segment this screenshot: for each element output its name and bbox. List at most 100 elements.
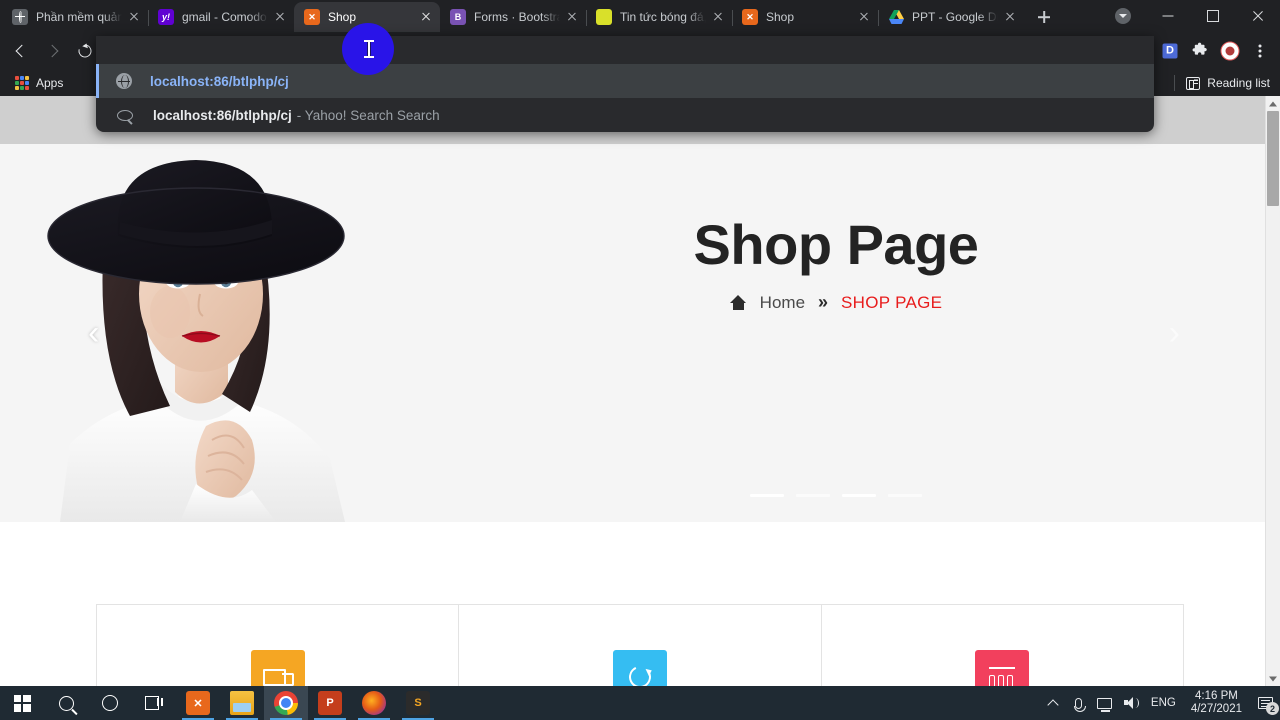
taskbar-app-sublime[interactable]: S xyxy=(396,686,440,720)
window-controls xyxy=(1100,0,1280,32)
carousel-indicators[interactable] xyxy=(392,494,1280,497)
tab-strip: Phần mềm quản l y! gmail - Comodo ✕ Shop… xyxy=(0,0,1280,32)
search-button[interactable] xyxy=(44,686,88,720)
notifications-button[interactable]: 2 xyxy=(1250,686,1280,720)
minimize-button[interactable] xyxy=(1145,0,1190,32)
carousel-indicator[interactable] xyxy=(842,494,876,497)
language-indicator[interactable]: ENG xyxy=(1144,697,1183,709)
taskbar-app-powerpoint[interactable]: P xyxy=(308,686,352,720)
forward-button[interactable] xyxy=(38,36,68,66)
carousel-indicator[interactable] xyxy=(750,494,784,497)
carousel-indicator[interactable] xyxy=(888,494,922,497)
new-tab-button[interactable] xyxy=(1030,3,1058,31)
hero-carousel: ‹ › Shop Page Home » SHOP PAGE xyxy=(0,144,1280,522)
profile-badge-icon[interactable]: D xyxy=(1156,37,1184,65)
taskbar-app-chrome[interactable] xyxy=(264,686,308,720)
tab-title: gmail - Comodo xyxy=(182,10,267,24)
display-settings-icon[interactable] xyxy=(1092,686,1118,720)
tab-close-icon[interactable] xyxy=(126,9,142,25)
browser-tab[interactable]: ✕ Shop xyxy=(732,2,879,32)
firefox-icon xyxy=(362,691,386,715)
tab-close-icon[interactable] xyxy=(856,9,872,25)
feature-card-shipping[interactable] xyxy=(97,605,460,686)
globe-icon xyxy=(12,9,28,25)
suggestion-row[interactable]: localhost:86/btlphp/cj - Yahoo! Search S… xyxy=(96,98,1154,132)
google-drive-icon xyxy=(888,9,904,25)
volume-button[interactable] xyxy=(1118,686,1144,720)
truck-icon xyxy=(250,650,305,686)
page-title: Shop Page xyxy=(693,213,979,276)
tab-title: Phần mềm quản l xyxy=(36,10,122,24)
scroll-down-arrow-icon[interactable] xyxy=(1266,671,1280,686)
microphone-icon xyxy=(1073,697,1086,712)
circle-icon xyxy=(102,695,118,711)
back-button[interactable] xyxy=(6,36,36,66)
clock-date: 4/27/2021 xyxy=(1190,703,1242,715)
extensions-puzzle-icon[interactable] xyxy=(1186,37,1214,65)
browser-tab[interactable]: Tin tức bóng đá, xyxy=(586,2,733,32)
browser-tab[interactable]: y! gmail - Comodo xyxy=(148,2,295,32)
system-tray: ENG 4:16 PM 4/27/2021 2 xyxy=(1040,686,1280,720)
yahoo-icon: y! xyxy=(158,9,174,25)
tab-close-icon[interactable] xyxy=(564,9,580,25)
breadcrumb-home-link[interactable]: Home xyxy=(760,293,805,313)
windows-taskbar: ✕ P S ENG 4:16 PM 4/27/2021 2 xyxy=(0,686,1280,720)
scroll-up-arrow-icon[interactable] xyxy=(1266,96,1280,111)
taskbar-app-file-explorer[interactable] xyxy=(220,686,264,720)
feature-card-support[interactable] xyxy=(822,605,1183,686)
carousel-prev-button[interactable]: ‹ xyxy=(88,316,99,350)
bookmark-apps[interactable]: Apps xyxy=(8,73,70,93)
suggestion-suffix: - Yahoo! Search Search xyxy=(296,107,440,123)
tab-close-icon[interactable] xyxy=(710,9,726,25)
folder-icon xyxy=(230,691,254,715)
feature-card-returns[interactable] xyxy=(459,605,822,686)
bookmark-apps-label: Apps xyxy=(36,76,64,90)
hero-model-photo xyxy=(0,144,392,522)
tab-title: Forms · Bootstrap xyxy=(474,10,560,24)
chrome-icon xyxy=(274,691,298,715)
tab-close-icon[interactable] xyxy=(1002,9,1018,25)
clock-time: 4:16 PM xyxy=(1195,690,1238,702)
reading-list-label: Reading list xyxy=(1207,76,1270,90)
carousel-indicator[interactable] xyxy=(796,494,830,497)
search-icon xyxy=(117,110,133,121)
taskbar-app-xampp[interactable]: ✕ xyxy=(176,686,220,720)
chrome-menu-icon[interactable] xyxy=(1246,37,1274,65)
start-button[interactable] xyxy=(0,686,44,720)
content-spacer xyxy=(0,522,1280,604)
windows-logo-icon xyxy=(13,694,31,712)
display-icon xyxy=(1097,697,1113,712)
cortana-button[interactable] xyxy=(88,686,132,720)
browser-tab[interactable]: Phần mềm quản l xyxy=(2,2,149,32)
taskbar-app-firefox[interactable] xyxy=(352,686,396,720)
close-window-button[interactable] xyxy=(1235,0,1280,32)
tab-close-icon[interactable] xyxy=(418,9,434,25)
breadcrumb-separator-icon: » xyxy=(818,292,829,312)
globe-icon xyxy=(116,73,132,89)
sublime-icon: S xyxy=(406,691,430,715)
show-hidden-icons-button[interactable] xyxy=(1040,686,1066,720)
support-icon xyxy=(975,650,1030,686)
microphone-status-icon[interactable] xyxy=(1066,686,1092,720)
tab-title: Shop xyxy=(766,10,795,24)
football-icon xyxy=(596,9,612,25)
chrome-update-dot-icon[interactable] xyxy=(1100,0,1145,32)
maximize-button[interactable] xyxy=(1190,0,1235,32)
scrollbar-thumb[interactable] xyxy=(1267,111,1279,206)
breadcrumb: Home » SHOP PAGE xyxy=(392,292,1280,313)
text-cursor-icon xyxy=(364,40,374,58)
task-view-button[interactable] xyxy=(132,686,176,720)
suggestion-row[interactable]: localhost:86/btlphp/cj xyxy=(96,64,1154,98)
browser-tab[interactable]: PPT - Google Dri xyxy=(878,2,1024,32)
tab-close-icon[interactable] xyxy=(272,9,288,25)
page-viewport: ‹ › Shop Page Home » SHOP PAGE xyxy=(0,96,1280,686)
notification-count-badge: 2 xyxy=(1266,702,1279,715)
avatar-icon[interactable] xyxy=(1216,37,1244,65)
browser-tab[interactable]: B Forms · Bootstrap xyxy=(440,2,587,32)
clock[interactable]: 4:16 PM 4/27/2021 xyxy=(1183,690,1250,716)
reading-list-button[interactable]: Reading list xyxy=(1170,75,1270,91)
speaker-icon xyxy=(1123,697,1139,709)
tab-title: Shop xyxy=(328,10,357,24)
page-scrollbar[interactable] xyxy=(1265,96,1280,686)
powerpoint-icon: P xyxy=(318,691,342,715)
